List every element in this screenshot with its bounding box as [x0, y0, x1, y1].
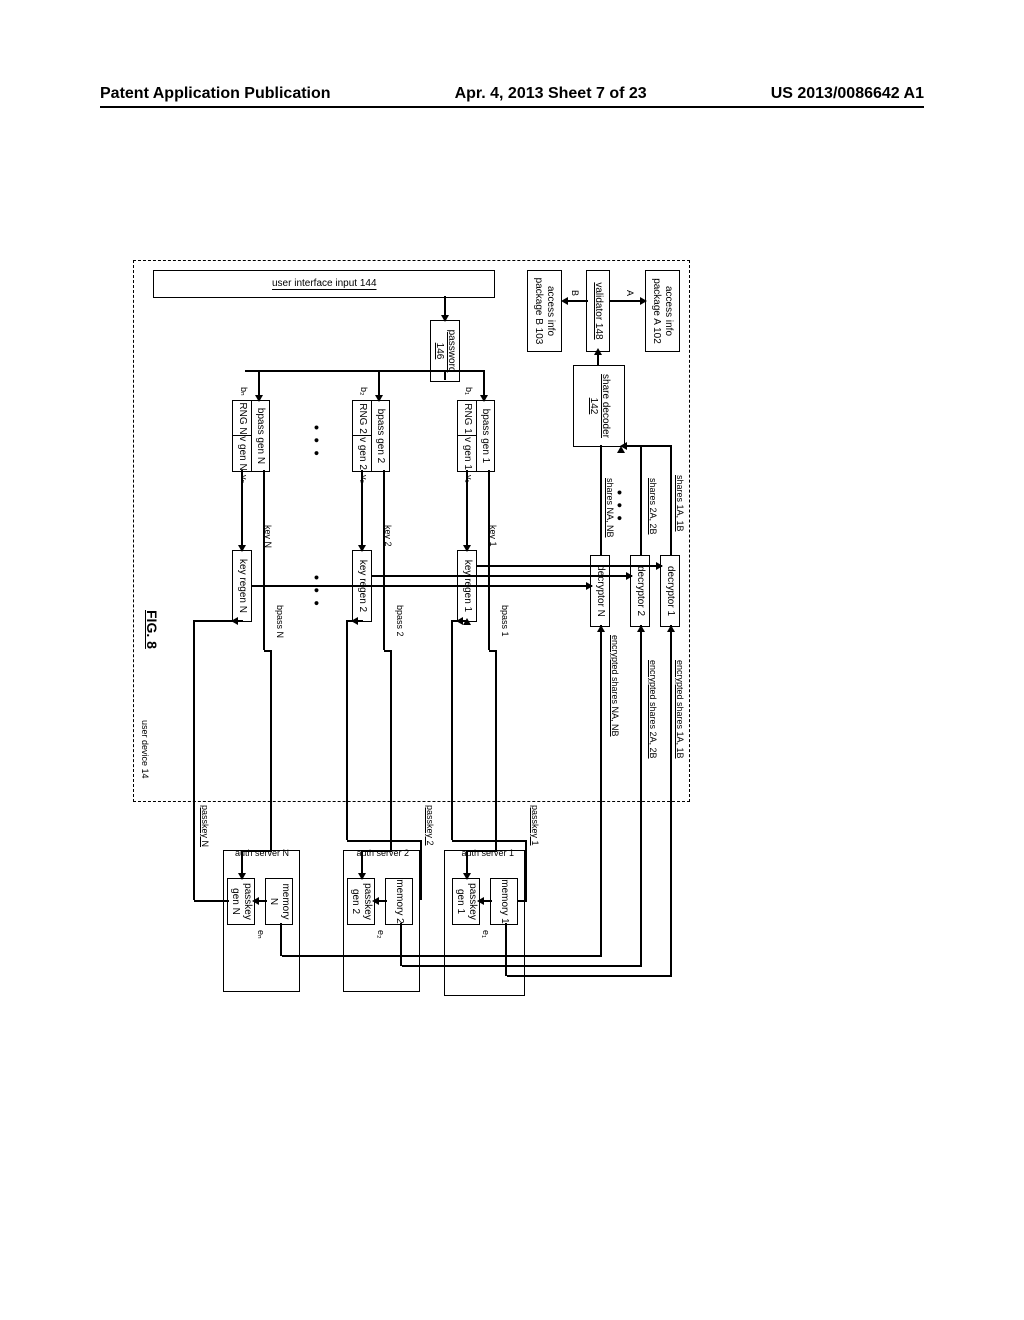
enc-shares-1: encrypted shares 1A, 1B [675, 660, 685, 759]
bpass2-label: bpass 2 [395, 605, 405, 637]
label-b: B [570, 290, 580, 296]
e1: e₁ [481, 930, 491, 938]
decryptor-1: decryptor 1 [660, 555, 680, 627]
share-decoder: share decoder 142 [573, 365, 625, 447]
enc-shares-2: encrypted shares 2A, 2B [648, 660, 658, 759]
ellipsis-keyregen: • • • [309, 575, 325, 607]
v1: v₁ [464, 475, 474, 483]
passkey-n: passkey N [200, 805, 210, 847]
memory-1: memory 1 [490, 878, 518, 925]
label-a: A [625, 290, 635, 296]
figure-label: FIG. 8 [144, 610, 160, 649]
vgen-2: v gen 2 [352, 435, 372, 472]
access-info-a: access info package A 102 [645, 270, 680, 352]
passkey-gen-1: passkey gen 1 [452, 878, 480, 925]
memory-n: memory N [265, 878, 293, 925]
memory-2: memory 2 [385, 878, 413, 925]
bpass1-label: bpass 1 [500, 605, 510, 637]
vgen-n: v gen N [232, 435, 252, 472]
bpass-gen-1: bpass gen 1 [475, 400, 495, 472]
rng-1: RNG 1 [457, 400, 477, 437]
enc-shares-n: encrypted shares NA, NB [610, 635, 620, 737]
e2: e₂ [376, 930, 386, 939]
user-device-label: user device 14 [140, 720, 150, 779]
figure-diagram: user device 14 access info package A 102… [25, 365, 795, 925]
shares-1a1b: shares 1A, 1B [675, 475, 685, 532]
key-regen-n: key regen N [232, 550, 252, 622]
validator: validator 148 [586, 270, 610, 352]
shares-2a2b: shares 2A, 2B [648, 478, 658, 535]
passkey-gen-2: passkey gen 2 [347, 878, 375, 925]
vgen-1: v gen 1 [457, 435, 477, 472]
rng-2: RNG 2 [352, 400, 372, 437]
vn: vₙ [238, 475, 249, 483]
bn: bₙ [238, 387, 249, 396]
bpass-gen-n: bpass gen N [250, 400, 270, 472]
shares-nanb: shares NA, NB [605, 478, 615, 538]
ui-input: user interface input 144 [153, 270, 495, 298]
passkey-1: passkey 1 [530, 805, 540, 846]
rng-n: RNG N [232, 400, 252, 437]
bpassn-label: bpass N [275, 605, 285, 638]
access-info-b: access info package B 103 [527, 270, 562, 352]
header-left: Patent Application Publication [100, 85, 331, 103]
b1: b₁ [464, 387, 474, 395]
en: eₙ [255, 930, 266, 939]
ellipsis-bpass: • • • [309, 425, 325, 457]
v2: v₂ [359, 475, 369, 483]
passkey-gen-n: passkey gen N [227, 878, 255, 925]
header-right: US 2013/0086642 A1 [771, 85, 924, 103]
b2: b₂ [359, 387, 369, 396]
bpass-gen-2: bpass gen 2 [370, 400, 390, 472]
header-center: Apr. 4, 2013 Sheet 7 of 23 [455, 85, 647, 103]
passkey-2: passkey 2 [425, 805, 435, 846]
